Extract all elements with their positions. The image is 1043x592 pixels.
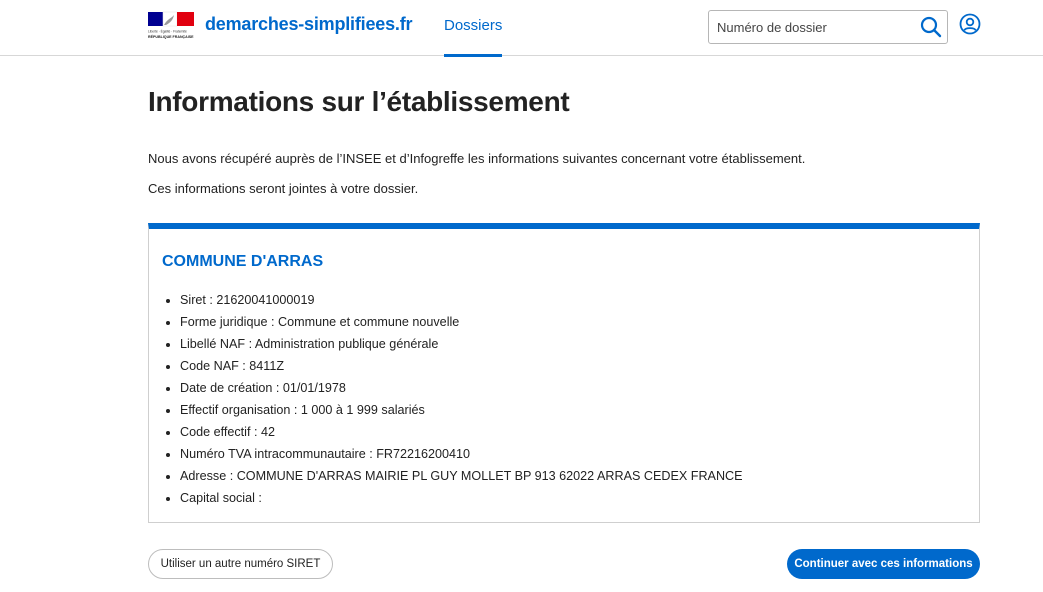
info-naf-code: Code NAF : 8411Z <box>180 355 743 377</box>
info-siret: Siret : 21620041000019 <box>180 289 743 311</box>
page-title: Informations sur l’établissement <box>148 86 570 117</box>
site-name-link[interactable]: demarches-simplifiees.fr <box>205 14 412 35</box>
top-header: Liberté · Égalité · Fraternité RÉPUBLIQU… <box>0 0 1043 57</box>
svg-text:RÉPUBLIQUE FRANÇAISE: RÉPUBLIQUE FRANÇAISE <box>148 34 194 39</box>
other-siret-button[interactable]: Utiliser un autre numéro SIRET <box>148 549 333 579</box>
tab-dossiers[interactable]: Dossiers <box>444 0 503 57</box>
search-input[interactable] <box>709 11 914 43</box>
active-tab-indicator <box>444 54 503 57</box>
info-legal-form: Forme juridique : Commune et commune nou… <box>180 311 743 333</box>
establishment-name: COMMUNE D'ARRAS <box>162 253 324 270</box>
info-address: Adresse : COMMUNE D'ARRAS MAIRIE PL GUY … <box>180 465 743 487</box>
info-creation-date: Date de création : 01/01/1978 <box>180 377 743 399</box>
search-button[interactable] <box>919 15 943 39</box>
search-icon <box>920 16 942 38</box>
search-box <box>708 10 948 44</box>
info-workforce: Effectif organisation : 1 000 à 1 999 sa… <box>180 399 743 421</box>
svg-text:Liberté · Égalité · Fraternité: Liberté · Égalité · Fraternité <box>148 29 187 34</box>
establishment-card: COMMUNE D'ARRAS Siret : 21620041000019 F… <box>148 223 980 523</box>
tab-dossiers-label: Dossiers <box>444 17 503 34</box>
user-circle-icon[interactable] <box>959 13 981 35</box>
intro-text: Nous avons récupéré auprès de l’INSEE et… <box>148 151 806 166</box>
info-vat-number: Numéro TVA intracommunautaire : FR722162… <box>180 443 743 465</box>
intro-note: Ces informations seront jointes à votre … <box>148 181 419 196</box>
continue-button[interactable]: Continuer avec ces informations <box>787 549 980 579</box>
info-share-capital: Capital social : <box>180 487 743 509</box>
marianne-logo[interactable]: Liberté · Égalité · Fraternité RÉPUBLIQU… <box>147 11 195 41</box>
establishment-info-list: Siret : 21620041000019 Forme juridique :… <box>180 289 743 509</box>
info-naf-label: Libellé NAF : Administration publique gé… <box>180 333 743 355</box>
info-workforce-code: Code effectif : 42 <box>180 421 743 443</box>
